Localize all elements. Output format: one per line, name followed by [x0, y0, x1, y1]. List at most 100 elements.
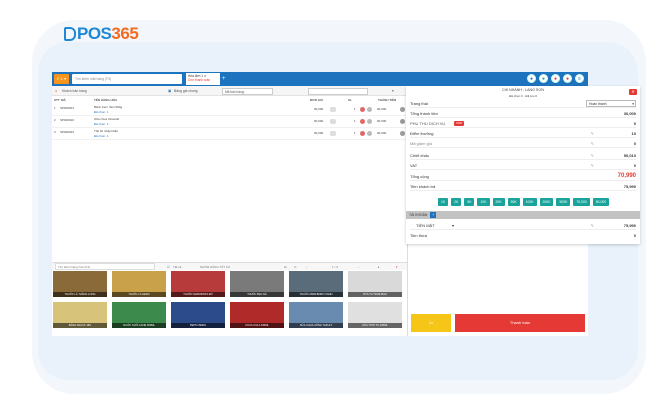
price-list-selector[interactable]: Bảng giá chung [174, 86, 198, 96]
delete-row-icon[interactable] [400, 131, 405, 136]
summary-label: Tiền khách trả [410, 184, 436, 189]
product-card[interactable]: NƯỚC SUỐI LAVIE 500ML [112, 302, 166, 328]
add-tab-button[interactable]: + [222, 75, 228, 83]
print-button[interactable]: In [411, 314, 451, 332]
product-card[interactable]: THUỐC MARLBORO ĐỎ [171, 271, 225, 297]
product-card[interactable]: PEPSI 390ML [171, 302, 225, 328]
product-name: PEPSI 390ML [171, 323, 225, 328]
add-account-icon[interactable]: + [430, 212, 437, 219]
customer-selector[interactable]: Khách bán hàng [62, 86, 87, 96]
quick-amount-button[interactable]: 200K [539, 198, 554, 206]
product-card[interactable]: SỮA TƯƠI TH 180ML [348, 302, 402, 328]
checkout-button[interactable]: Thanh toán [455, 314, 585, 332]
user-icon[interactable]: ● [563, 74, 572, 83]
payment-panel: CHI NHÁNH - LẠNG SƠN Đã chọn 0 · Đã lưu … [406, 86, 640, 244]
quick-amount-button[interactable]: 10K [477, 198, 490, 206]
payment-method-label[interactable]: TIỀN MẶT [416, 221, 435, 230]
product-group-select[interactable]: NHÓM HÀNG TẤT CẢ [200, 263, 230, 271]
summary-row: Điểm thưởng ✎ 10 [410, 129, 636, 138]
summary-row: PHỤ THU DỊCH VỤ VND 0 [410, 119, 636, 128]
surcharge-tag[interactable]: VND [454, 121, 465, 126]
sales-code-select[interactable]: Mã bán hàng: [222, 88, 273, 95]
quick-amount-button[interactable]: 100K [522, 198, 537, 206]
table-row[interactable]: 1 SP000001 Bánh Kem Vani 500g Đã chọn: 1… [52, 104, 407, 116]
product-card[interactable]: THUỐC MARLBORO XANH [289, 271, 343, 297]
product-name: SỮA TƯƠI TH 180ML [348, 323, 402, 328]
status-select[interactable]: Hoàn thành ▾ [586, 100, 636, 107]
col-stt: STT [54, 98, 60, 102]
dropdown-icon[interactable]: ▾ [392, 86, 394, 96]
filter-checkbox-icon[interactable]: ☑ [167, 263, 170, 271]
quick-amount-button[interactable]: 5K [464, 198, 475, 206]
row-sub: Đã chọn: 1 [94, 110, 109, 114]
filter-all[interactable]: Tất cả [173, 263, 181, 271]
product-name: NƯỚC SUỐI LAVIE 500ML [112, 323, 166, 328]
table-row[interactable]: 3 SP000022 Thịt bò nhập khẩu Đã chọn: 1 … [52, 128, 407, 140]
delete-row-icon[interactable] [400, 119, 405, 124]
product-card[interactable]: THUỐC LÁ HERO [112, 271, 166, 297]
product-card[interactable]: COCA COLA 330ML [230, 302, 284, 328]
row-sub: Đã chọn: 1 [94, 134, 109, 138]
list-view-icon[interactable]: ⊙ [294, 263, 297, 271]
qty-plus-icon[interactable] [360, 107, 365, 112]
edit-icon[interactable]: ✎ [591, 129, 594, 138]
invoice-tab[interactable]: Hóa đơn 1 ✕ Chờ thanh toán [186, 73, 220, 85]
note-icon[interactable] [367, 131, 372, 136]
row-code: SP000001 [60, 106, 75, 110]
search-field[interactable] [308, 88, 368, 95]
product-name: BÁNH SNACK 18G [53, 323, 107, 328]
prev-page-icon[interactable]: ‹ [306, 263, 307, 271]
delete-row-icon[interactable] [400, 107, 405, 112]
product-search-input[interactable]: Tìm kiếm mặt hàng (F3) [72, 74, 182, 84]
quick-amount-button[interactable]: 20K [492, 198, 505, 206]
quick-amount-button[interactable]: 75,000 [573, 198, 590, 206]
row-price: 90,000 [314, 107, 324, 111]
quick-amount-button[interactable]: 50K [507, 198, 520, 206]
edit-icon[interactable]: ✎ [591, 139, 594, 148]
report-icon[interactable]: ● [551, 74, 560, 83]
qty-minus-icon[interactable] [330, 131, 336, 136]
qty-minus-icon[interactable] [330, 119, 336, 124]
product-card[interactable]: THUỐC BẠC HÀ [230, 271, 284, 297]
summary-value: 70,990 [617, 173, 636, 179]
qty-minus-icon[interactable] [330, 107, 336, 112]
grid-view-icon[interactable]: ⊞ [284, 263, 287, 271]
row-total: 90,000 [377, 107, 387, 111]
summary-value: 0 [633, 121, 636, 126]
quick-amount-button[interactable]: 500K [556, 198, 571, 206]
product-card[interactable]: SỮA CHUA UỐNG YAKULT [289, 302, 343, 328]
notification-icon[interactable]: ● [527, 74, 536, 83]
quick-amount-button[interactable]: 80,000 [592, 198, 610, 206]
qty-plus-icon[interactable] [360, 131, 365, 136]
price-list-icon: ▣ [168, 89, 172, 93]
quick-amount-button[interactable]: 2K [451, 198, 462, 206]
row-code: SP000010 [60, 118, 75, 122]
product-card[interactable]: SỮA TH TRUE MILK [348, 271, 402, 297]
note-icon[interactable] [367, 119, 372, 124]
page-indicator: 1 / 3 [332, 265, 338, 269]
product-card[interactable]: THUỐC LÁ THĂNG LONG [53, 271, 107, 297]
note-icon[interactable] [367, 107, 372, 112]
printer-icon[interactable]: ● [539, 74, 548, 83]
collapse-icon[interactable]: ▾ [396, 263, 398, 271]
product-search-field[interactable]: Tìm kiếm hàng hóa (F4) [55, 263, 155, 270]
quick-amount-button[interactable]: 1K [438, 198, 449, 206]
menu-icon[interactable]: ≡ [575, 74, 584, 83]
close-icon[interactable]: ✕ [629, 89, 637, 95]
next-page-arrow-icon[interactable]: ▸ [378, 263, 380, 271]
summary-row: Tiền khách trả 75,990 [410, 182, 636, 191]
branch-button[interactable]: F-1 ▾ [54, 74, 70, 84]
summary-row: Mã giảm giá ✎ 0 [410, 139, 636, 148]
product-card[interactable]: BÁNH SNACK 18G [53, 302, 107, 328]
edit-icon[interactable]: ✎ [591, 221, 594, 230]
qty-plus-icon[interactable] [360, 119, 365, 124]
edit-icon[interactable]: ✎ [591, 151, 594, 160]
status-label: Trạng thái [410, 101, 428, 106]
logo-text: POS [77, 24, 112, 43]
edit-icon[interactable]: ✎ [591, 161, 594, 170]
next-page-icon[interactable]: › [358, 263, 359, 271]
status-value: Hoàn thành [589, 102, 607, 106]
row-name: Sữa chua Vinamilk [94, 117, 120, 121]
account-label: TÀI KHOẢN [409, 213, 428, 217]
table-row[interactable]: 2 SP000010 Sữa chua Vinamilk Đã chọn: 1 … [52, 116, 407, 128]
